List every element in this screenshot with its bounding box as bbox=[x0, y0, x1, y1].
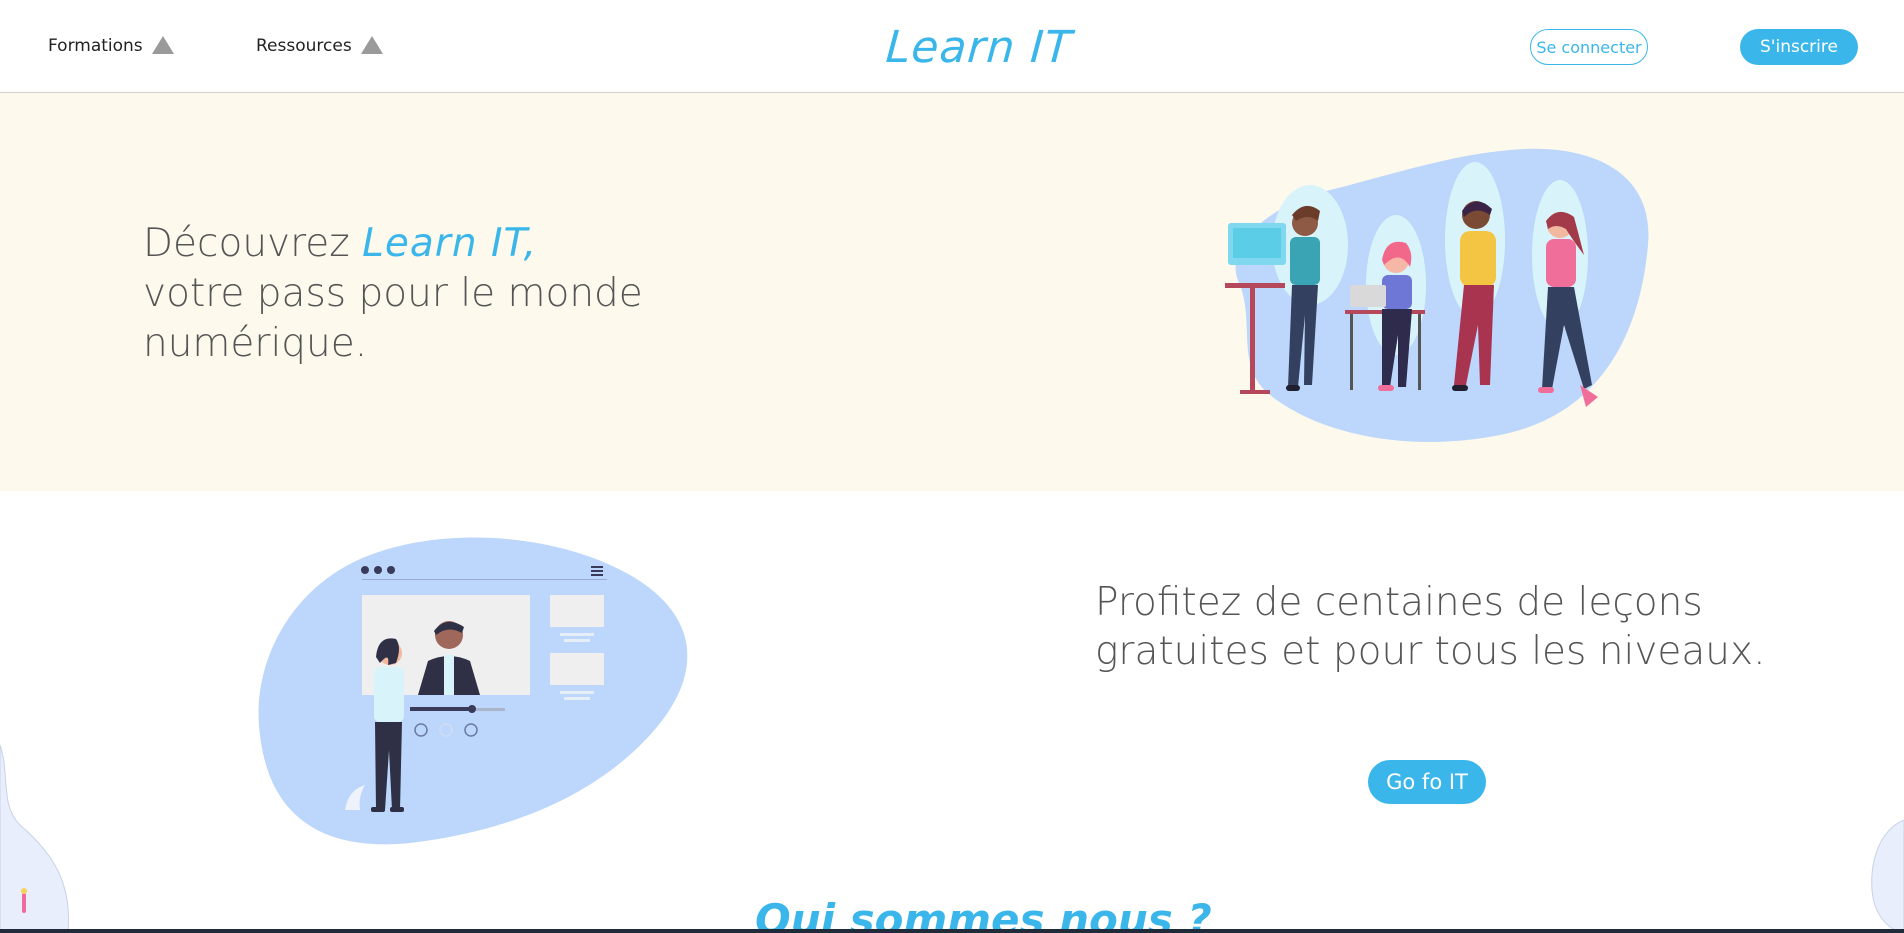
login-button[interactable]: Se connecter bbox=[1530, 29, 1648, 65]
hero-line-1: Découvrez Learn IT, bbox=[143, 219, 643, 269]
hero-section: Découvrez Learn IT, votre pass pour le m… bbox=[0, 93, 1904, 491]
hero-line-2: votre pass pour le monde bbox=[143, 271, 643, 316]
site-header: Formations Ressources Learn IT Se connec… bbox=[0, 0, 1904, 93]
nav-ressources-label: Ressources bbox=[256, 36, 352, 56]
video-lesson-illustration bbox=[258, 537, 688, 845]
left-decorative-blob bbox=[0, 745, 70, 933]
about-section-title: Qui sommes nous ? bbox=[755, 895, 1212, 933]
nav-formations-label: Formations bbox=[48, 36, 143, 56]
hero-brand: Learn IT, bbox=[362, 221, 538, 266]
lessons-heading: Profitez de centaines de leçons gratuite… bbox=[1095, 578, 1765, 676]
triangle-up-icon bbox=[360, 36, 383, 54]
site-logo[interactable]: Learn IT bbox=[884, 22, 1074, 73]
triangle-up-icon bbox=[151, 36, 174, 54]
nav-formations[interactable]: Formations bbox=[48, 36, 174, 56]
hero-prefix: Découvrez bbox=[143, 221, 363, 266]
right-decorative-blob bbox=[1871, 820, 1904, 933]
signup-button[interactable]: S'inscrire bbox=[1740, 29, 1858, 65]
hero-heading: Découvrez Learn IT, votre pass pour le m… bbox=[143, 219, 643, 369]
hero-line-3: numérique. bbox=[143, 321, 368, 366]
lessons-line-1: Profitez de centaines de leçons bbox=[1095, 580, 1703, 625]
go-fo-it-button[interactable]: Go fo IT bbox=[1368, 760, 1486, 804]
page-bottom-edge bbox=[0, 929, 1904, 933]
lessons-line-2: gratuites et pour tous les niveaux. bbox=[1095, 629, 1766, 674]
team-illustration bbox=[1225, 148, 1649, 442]
nav-ressources[interactable]: Ressources bbox=[256, 36, 383, 56]
